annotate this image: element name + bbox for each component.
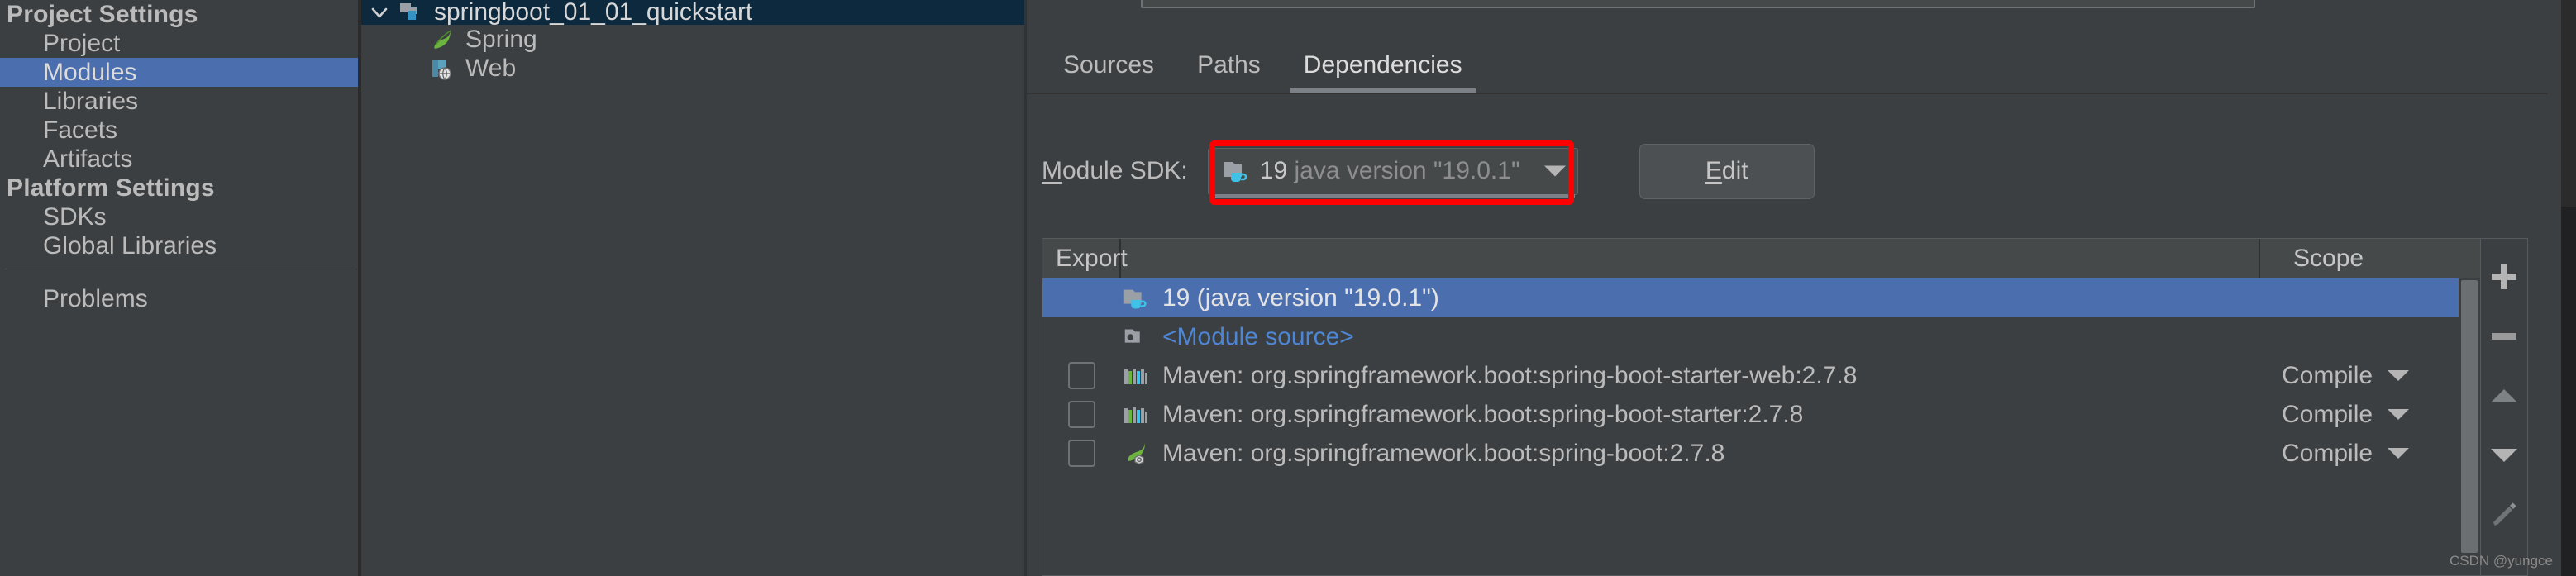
table-row[interactable]: <Module source> xyxy=(1042,317,2480,356)
maven-library-icon xyxy=(1121,361,1151,391)
sidebar-item-artifacts[interactable]: Artifacts xyxy=(0,145,361,174)
chevron-down-icon[interactable] xyxy=(2388,448,2410,459)
jdk-folder-icon xyxy=(1220,155,1252,187)
table-row[interactable]: 19 (java version "19.0.1") xyxy=(1042,278,2480,317)
scrollbar-thumb[interactable] xyxy=(2461,280,2478,553)
spring-boot-icon xyxy=(1121,439,1151,469)
add-dependency-button[interactable] xyxy=(2480,247,2528,307)
arrow-up-icon xyxy=(2491,389,2517,402)
table-row[interactable]: Maven: org.springframework.boot:spring-b… xyxy=(1042,395,2480,434)
sidebar-item-libraries[interactable]: Libraries xyxy=(0,87,361,116)
tree-child-label-web: Web xyxy=(465,55,517,82)
module-name-field-partial[interactable] xyxy=(1141,0,2255,8)
sidebar-item-modules[interactable]: Modules xyxy=(0,58,361,87)
sidebar-group-project-settings: Project Settings xyxy=(7,1,198,28)
tree-child-label-spring: Spring xyxy=(465,26,537,53)
move-up-button[interactable] xyxy=(2480,366,2528,426)
jdk-folder-icon xyxy=(1121,283,1151,313)
dependency-name-cell: Maven: org.springframework.boot:spring-b… xyxy=(1121,439,2282,469)
dependency-name-cell: 19 (java version "19.0.1") xyxy=(1121,283,2282,313)
chevron-down-icon[interactable] xyxy=(2388,370,2410,381)
dependency-name: Maven: org.springframework.boot:spring-b… xyxy=(1162,400,1804,428)
module-sdk-focus-bar xyxy=(1210,193,1575,198)
dependency-name-cell: Maven: org.springframework.boot:spring-b… xyxy=(1121,400,2282,430)
dependency-name: Maven: org.springframework.boot:spring-b… xyxy=(1162,361,1858,389)
module-source-icon xyxy=(1121,322,1151,352)
module-sdk-value: 19 java version "19.0.1" xyxy=(1259,157,1520,184)
export-checkbox[interactable] xyxy=(1068,362,1095,389)
module-sdk-row: Module SDK: 19 java version "19.0.1" E d… xyxy=(1027,140,1815,205)
module-sdk-combobox[interactable]: 19 java version "19.0.1" xyxy=(1207,147,1578,195)
export-cell[interactable] xyxy=(1042,362,1121,389)
export-cell[interactable] xyxy=(1042,401,1121,428)
dependencies-vertical-scrollbar[interactable] xyxy=(2459,278,2480,575)
dependencies-table-header: Export Scope xyxy=(1042,239,2480,278)
scope-value: Compile xyxy=(2282,439,2373,467)
sidebar-item-problems[interactable]: Problems xyxy=(0,284,361,313)
column-header-export[interactable]: Export xyxy=(1042,239,1128,278)
project-structure-dialog: Project Settings Project Modules Librari… xyxy=(0,0,2576,576)
pencil-icon xyxy=(2490,501,2518,529)
web-facet-icon xyxy=(429,55,456,82)
tabs-underline xyxy=(1027,93,2576,94)
dependency-name: Maven: org.springframework.boot:spring-b… xyxy=(1162,439,1725,467)
column-header-name[interactable] xyxy=(1121,239,2260,278)
remove-dependency-button[interactable] xyxy=(2480,307,2528,366)
table-row[interactable]: Maven: org.springframework.boot:spring-b… xyxy=(1042,434,2480,473)
tree-row-facet-spring[interactable]: Spring xyxy=(361,25,1027,54)
right-edge-filler xyxy=(2548,0,2561,576)
chevron-down-icon[interactable] xyxy=(2388,409,2410,420)
module-sdk-combo-wrap: 19 java version "19.0.1" xyxy=(1207,140,1578,205)
edit-dependency-button[interactable] xyxy=(2480,485,2528,545)
spring-leaf-icon xyxy=(429,26,456,53)
table-row[interactable]: Maven: org.springframework.boot:spring-b… xyxy=(1042,356,2480,395)
scope-cell[interactable]: Compile xyxy=(2282,440,2480,468)
dependencies-toolbar xyxy=(2480,238,2528,576)
arrow-down-icon xyxy=(2491,449,2517,462)
sidebar-item-facets[interactable]: Facets xyxy=(0,116,361,145)
dependencies-rows: 19 (java version "19.0.1") <Module sourc… xyxy=(1042,278,2480,473)
move-down-button[interactable] xyxy=(2480,426,2528,485)
scope-cell[interactable]: Compile xyxy=(2282,401,2480,429)
tab-sources[interactable]: Sources xyxy=(1042,51,1176,93)
tab-paths[interactable]: Paths xyxy=(1176,51,1282,93)
module-config-panel: Sources Paths Dependencies Module SDK: 1… xyxy=(1027,0,2576,576)
dependency-name[interactable]: <Module source> xyxy=(1162,323,1354,351)
tree-row-facet-web[interactable]: Web xyxy=(361,54,1027,83)
watermark-text: CSDN @yungce xyxy=(2450,553,2553,569)
export-checkbox[interactable] xyxy=(1068,401,1095,428)
scope-value: Compile xyxy=(2282,361,2373,389)
module-tabs: Sources Paths Dependencies xyxy=(1042,41,1484,93)
column-header-scope[interactable]: Scope xyxy=(2260,239,2459,278)
edit-sdk-button[interactable]: Edit xyxy=(1639,143,1815,199)
maven-library-icon xyxy=(1121,400,1151,430)
settings-sidebar: Project Settings Project Modules Librari… xyxy=(0,0,361,576)
sidebar-item-sdks[interactable]: SDKs xyxy=(0,202,361,231)
right-dark-corner xyxy=(2561,207,2576,576)
sidebar-item-project[interactable]: Project xyxy=(0,29,361,58)
module-sdk-label: Module SDK: xyxy=(1042,157,1188,184)
chevron-down-icon[interactable] xyxy=(361,2,398,23)
module-icon xyxy=(398,0,424,26)
export-checkbox[interactable] xyxy=(1068,440,1095,467)
dependencies-table: Export Scope 19 (java version "19.0.1") … xyxy=(1042,238,2480,576)
scope-cell[interactable]: Compile xyxy=(2282,362,2480,390)
plus-icon xyxy=(2492,264,2516,289)
sidebar-item-global-libraries[interactable]: Global Libraries xyxy=(0,231,361,260)
dependency-name: 19 (java version "19.0.1") xyxy=(1162,283,1439,312)
chevron-down-icon[interactable] xyxy=(1543,165,1566,177)
tree-root-label: springboot_01_01_quickstart xyxy=(434,0,753,26)
dependencies-area: Export Scope 19 (java version "19.0.1") … xyxy=(1042,238,2528,576)
sidebar-group-platform-settings: Platform Settings xyxy=(7,174,215,202)
minus-icon xyxy=(2492,333,2516,340)
dependency-name-cell: <Module source> xyxy=(1121,322,2282,352)
scope-value: Compile xyxy=(2282,400,2373,428)
tree-row-module-root[interactable]: springboot_01_01_quickstart xyxy=(361,0,1027,25)
tab-dependencies[interactable]: Dependencies xyxy=(1282,51,1484,93)
export-cell[interactable] xyxy=(1042,440,1121,467)
module-tree-panel: springboot_01_01_quickstart Spring Web xyxy=(361,0,1027,576)
dependency-name-cell: Maven: org.springframework.boot:spring-b… xyxy=(1121,361,2282,391)
